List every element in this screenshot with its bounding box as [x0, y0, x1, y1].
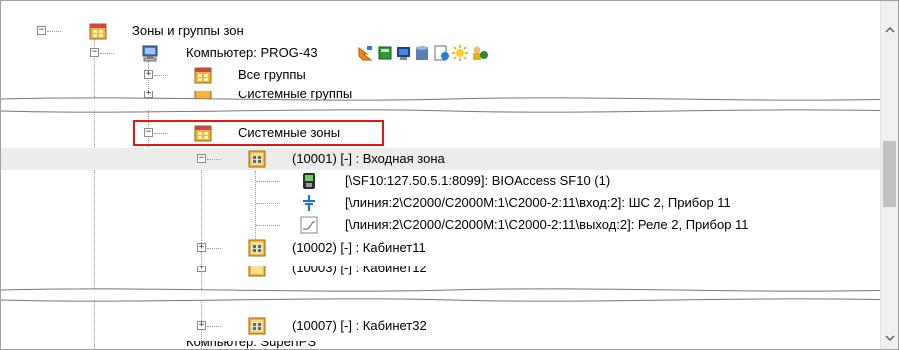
zones-folder-icon: [194, 67, 212, 84]
zone-icon: [248, 239, 266, 257]
tree-node-relay-output[interactable]: [\линия:2\С2000/С2000М:1\С2000-2:11\выхо…: [1, 214, 880, 236]
zones-folder-icon: [89, 23, 107, 40]
tree-node-label: [\линия:2\С2000/С2000М:1\С2000-2:11\вход…: [345, 195, 731, 210]
zone-icon: [248, 266, 266, 277]
scroll-thumb[interactable]: [883, 141, 896, 207]
tree-node-label: [\SF10:127.50.5.1:8099]: BIOAccess SF10 …: [345, 173, 611, 188]
scroll-up-button[interactable]: [881, 23, 898, 40]
highlight-box: [133, 120, 384, 146]
biometric-reader-icon: [303, 173, 315, 189]
tree-node-device-bioaccess[interactable]: [\SF10:127.50.5.1:8099]: BIOAccess SF10 …: [1, 170, 880, 192]
tree-node-all-groups[interactable]: + Все группы: [1, 64, 880, 86]
tree-node-label: (10002) [-] : Кабинет11: [292, 240, 426, 255]
collapse-toggle-icon[interactable]: −: [37, 26, 46, 35]
chevron-down-icon: [884, 335, 895, 342]
tree-node-label: (10001) [-] : Входная зона: [292, 151, 445, 166]
collapse-toggle-icon[interactable]: −: [197, 154, 206, 163]
tree-node-computer-2[interactable]: Компьютер: SuperIPS: [1, 341, 880, 349]
expand-toggle-icon[interactable]: +: [197, 321, 206, 330]
expand-toggle-icon[interactable]: +: [144, 70, 153, 79]
sun-icon: [452, 45, 468, 61]
input-loop-icon: [303, 195, 315, 211]
monitor-blue-icon: [397, 47, 410, 60]
computer-icon: [142, 45, 158, 62]
zone-icon: [248, 317, 266, 335]
tree-node-zone-10002[interactable]: + (10002) [-] : Кабинет11: [1, 237, 880, 259]
scroll-down-button[interactable]: [881, 331, 898, 348]
tree-node-label: Компьютер: PROG-43: [186, 45, 318, 60]
users-green-icon: [473, 46, 488, 60]
chevron-up-icon: [884, 26, 895, 33]
network-arrow-icon: [358, 46, 373, 61]
server-green-icon: [378, 46, 392, 60]
tree-node-input-loop[interactable]: [\линия:2\С2000/С2000М:1\С2000-2:11\вход…: [1, 192, 880, 214]
tree-node-computer[interactable]: − Компьютер: PROG-43: [1, 42, 880, 64]
tree-node-zone-10007[interactable]: + (10007) [-] : Кабинет32: [1, 315, 880, 337]
expand-toggle-icon[interactable]: +: [197, 243, 206, 252]
zone-icon: [248, 150, 266, 168]
tree-node-zone-10001[interactable]: − (10001) [-] : Входная зона: [1, 148, 880, 170]
tree-node-label: Все группы: [238, 67, 306, 82]
cut-separator: [1, 97, 898, 113]
collapse-toggle-icon[interactable]: −: [90, 48, 99, 57]
tree-node-zone-10003[interactable]: + (10003) [-] : Кабинет12: [1, 266, 880, 281]
vertical-scrollbar[interactable]: [880, 1, 898, 349]
database-icon: [416, 46, 428, 60]
tree-node-label: Зоны и группы зон: [132, 23, 244, 38]
tree-node-label: Компьютер: SuperIPS: [186, 341, 317, 349]
tree-node-zones-and-groups[interactable]: − Зоны и группы зон: [1, 20, 880, 42]
document-refresh-icon: [434, 45, 449, 61]
expand-toggle-icon[interactable]: +: [197, 266, 206, 272]
zones-tree-panel: − Зоны и группы зон − Компьютер: PROG-43: [0, 0, 899, 350]
tree-node-label: [\линия:2\С2000/С2000М:1\С2000-2:11\выхо…: [345, 217, 749, 232]
cut-separator: [1, 288, 898, 302]
tree-node-label: (10007) [-] : Кабинет32: [292, 318, 427, 333]
tree-node-label: (10003) [-] : Кабинет12: [292, 266, 427, 275]
relay-output-icon: [300, 216, 318, 234]
